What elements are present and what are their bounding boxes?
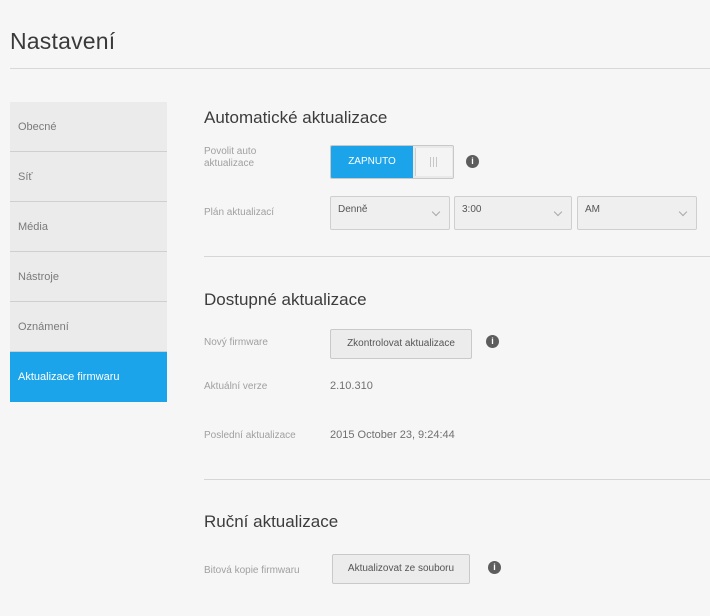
toggle-on-label: ZAPNUTO: [331, 146, 413, 178]
new-firmware-label: Nový firmware: [204, 337, 268, 348]
sidebar-item-media[interactable]: Média: [10, 202, 167, 252]
chevron-down-icon: [431, 207, 441, 217]
available-updates-section: Dostupné aktualizace: [204, 290, 367, 310]
sidebar-item-network[interactable]: Síť: [10, 152, 167, 202]
time-select[interactable]: 3:00: [454, 196, 572, 230]
manual-update-title: Ruční aktualizace: [204, 512, 339, 531]
section-divider: [204, 256, 710, 257]
auto-update-toggle[interactable]: ZAPNUTO: [330, 145, 454, 179]
info-icon[interactable]: i: [466, 155, 479, 168]
title-divider: [10, 68, 710, 69]
current-version-label: Aktuální verze: [204, 381, 268, 392]
frequency-value: Denně: [338, 204, 368, 215]
last-update-label: Poslední aktualizace: [204, 430, 296, 441]
grip-line: [436, 157, 437, 167]
auto-update-label: Povolit auto aktualizace: [204, 146, 257, 169]
auto-updates-title: Automatické aktualizace: [204, 108, 388, 127]
grip-line: [433, 157, 434, 167]
chevron-down-icon: [553, 207, 563, 217]
ampm-select[interactable]: AM: [577, 196, 697, 230]
page-title: Nastavení: [10, 28, 116, 54]
auto-updates-section: Automatické aktualizace: [204, 108, 387, 128]
sidebar-item-firmware-update[interactable]: Aktualizace firmwaru: [10, 352, 167, 402]
sidebar-item-general[interactable]: Obecné: [10, 102, 167, 152]
frequency-select[interactable]: Denně: [330, 196, 450, 230]
last-update-value: 2015 October 23, 9:24:44: [330, 429, 455, 441]
chevron-down-icon: [678, 207, 688, 217]
ampm-value: AM: [585, 204, 600, 215]
update-from-file-button[interactable]: Aktualizovat ze souboru: [332, 554, 470, 584]
sidebar-item-notifications[interactable]: Oznámení: [10, 302, 167, 352]
firmware-image-label: Bitová kopie firmwaru: [204, 565, 300, 576]
toggle-knob: [415, 148, 452, 176]
info-icon[interactable]: i: [488, 561, 501, 574]
section-divider: [204, 479, 710, 480]
sidebar: Obecné Síť Média Nástroje Oznámení Aktua…: [10, 102, 167, 402]
time-value: 3:00: [462, 204, 482, 215]
grip-line: [430, 157, 431, 167]
check-updates-button[interactable]: Zkontrolovat aktualizace: [330, 329, 472, 359]
current-version-value: 2.10.310: [330, 380, 373, 392]
available-updates-title: Dostupné aktualizace: [204, 290, 367, 309]
info-icon[interactable]: i: [486, 335, 499, 348]
manual-update-section: Ruční aktualizace: [204, 512, 338, 532]
sidebar-item-tools[interactable]: Nástroje: [10, 252, 167, 302]
schedule-label: Plán aktualizací: [204, 207, 275, 218]
